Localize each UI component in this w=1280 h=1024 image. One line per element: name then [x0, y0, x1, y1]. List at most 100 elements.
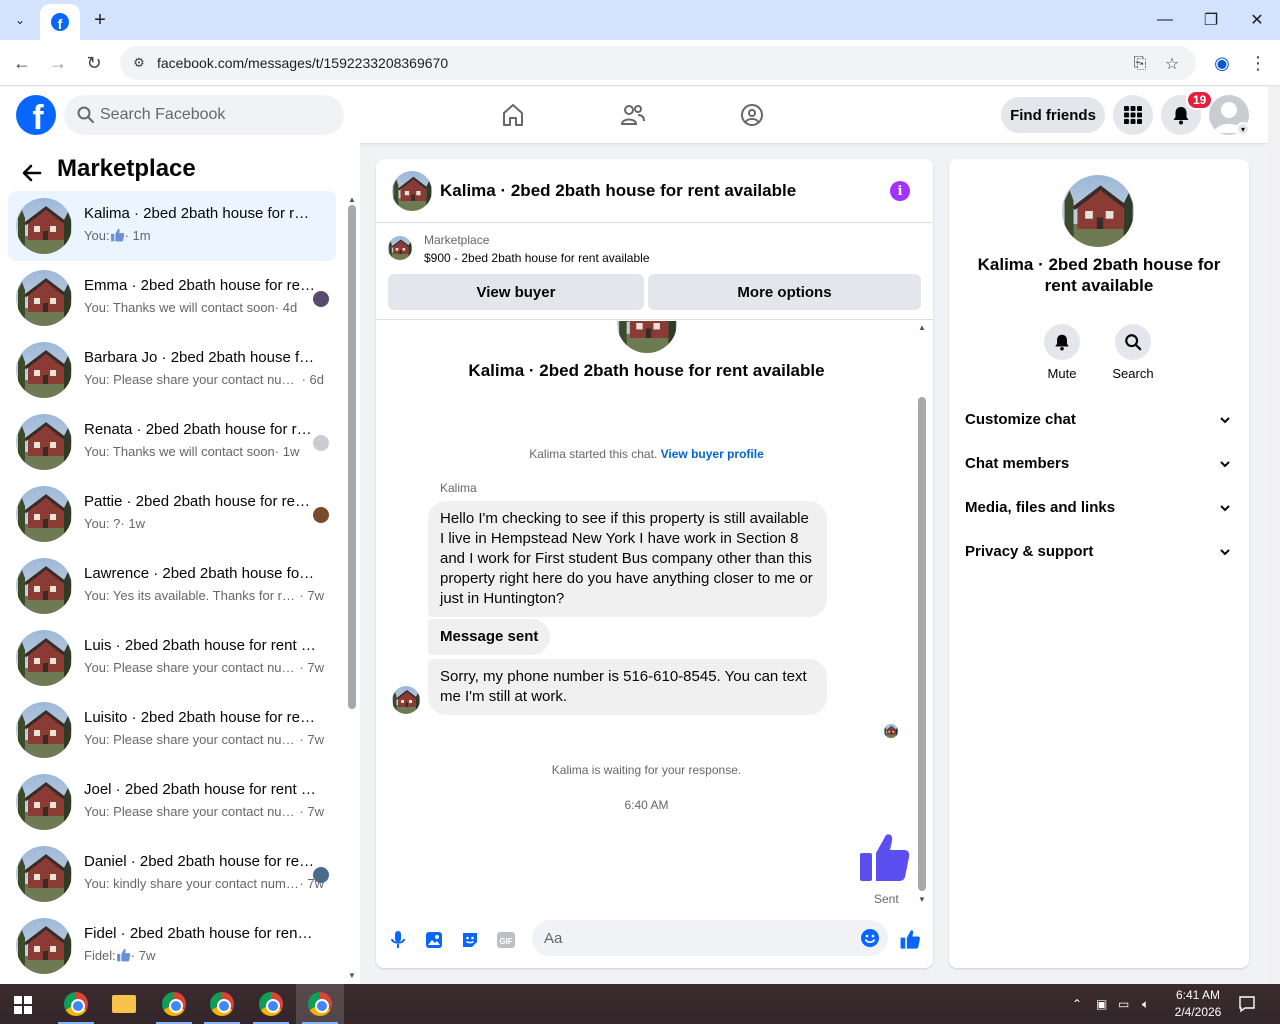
facebook-header: f Find friends 19 ▾	[0, 87, 1268, 143]
facebook-search-input[interactable]	[100, 95, 330, 135]
conversation-item[interactable]: Lawrence · 2bed 2bath house for rent ava…	[8, 551, 336, 621]
view-buyer-profile-link[interactable]: View buyer profile	[661, 447, 764, 461]
taskbar-chrome-3[interactable]	[198, 984, 246, 1024]
conversation-item[interactable]: Barbara Jo · 2bed 2bath house for rent a…	[8, 335, 336, 405]
facebook-search[interactable]	[64, 95, 344, 135]
facebook-logo-icon[interactable]: f	[16, 95, 56, 135]
find-friends-button[interactable]: Find friends	[1001, 97, 1105, 133]
taskbar-chrome-4[interactable]	[247, 984, 295, 1024]
conversation-avatar	[16, 630, 72, 686]
conversation-item[interactable]: Pattie · 2bed 2bath house for rent avail…	[8, 479, 336, 549]
conversation-item[interactable]: Renata · 2bed 2bath house for rent avail…	[8, 407, 336, 477]
browser-tab-facebook[interactable]: f	[40, 4, 80, 40]
restore-button[interactable]: ❐	[1196, 8, 1226, 32]
search-action[interactable]: Search	[1103, 324, 1163, 381]
emoji-icon[interactable]	[860, 928, 880, 948]
page-scrollbar[interactable]	[1268, 87, 1280, 984]
taskbar-clock[interactable]: 6:41 AM 2/4/2026	[1166, 987, 1230, 1021]
menu-grid-button[interactable]	[1113, 95, 1153, 135]
sent-status: Sent	[874, 892, 899, 906]
conversation-item[interactable]: Luis · 2bed 2bath house for rent availab…	[8, 623, 336, 693]
reload-button[interactable]: ↻	[82, 51, 106, 75]
conversation-item[interactable]: Luisito · 2bed 2bath house for rent avai…	[8, 695, 336, 765]
profile-icon[interactable]: ◉	[1210, 51, 1234, 75]
chat-header-avatar[interactable]	[392, 171, 432, 211]
taskbar-chrome-1[interactable]	[52, 984, 100, 1024]
conversation-item[interactable]: Daniel · 2bed 2bath house for rent avail…	[8, 839, 336, 909]
sidebar-scroll-thumb[interactable]	[348, 205, 356, 709]
privacy-support-section[interactable]: Privacy & support	[949, 530, 1249, 574]
tab-search-button[interactable]: ⌄	[8, 8, 32, 32]
mute-action[interactable]: Mute	[1032, 324, 1092, 381]
back-button[interactable]: ←	[10, 51, 34, 75]
tray-network-icon[interactable]: ▭	[1118, 984, 1129, 1024]
info-avatar[interactable]	[1062, 175, 1134, 247]
conversation-item[interactable]: Kalima · 2bed 2bath house for rent avail…	[8, 191, 336, 261]
thread-scroll-thumb[interactable]	[918, 397, 926, 891]
microphone-icon[interactable]	[386, 928, 410, 952]
tray-overflow-icon[interactable]: ⌃	[1072, 984, 1082, 1024]
waiting-notice: Kalima is waiting for your response.	[551, 763, 742, 777]
conversation-item[interactable]: Emma · 2bed 2bath house for rent availab…	[8, 263, 336, 333]
message-text-field[interactable]	[544, 920, 844, 956]
tray-meet-icon[interactable]: ▣	[1096, 984, 1107, 1024]
conversation-preview: You: Please share your contact number · …	[84, 732, 324, 747]
browser-menu-icon[interactable]: ⋮	[1246, 51, 1270, 75]
like-send-icon[interactable]	[898, 928, 922, 952]
minimize-button[interactable]: —	[1150, 8, 1180, 32]
message-bubble[interactable]: Sorry, my phone number is 516-610-8545. …	[428, 659, 827, 715]
conversation-avatar	[16, 198, 72, 254]
info-icon[interactable]: i	[890, 181, 910, 201]
view-buyer-button[interactable]: View buyer	[388, 274, 644, 310]
marketplace-label: Marketplace	[424, 233, 490, 247]
friends-icon[interactable]	[617, 99, 649, 131]
thread-scrollbar[interactable]: ▲ ▼	[916, 321, 928, 905]
conversation-name: Joel · 2bed 2bath house for rent availab…	[84, 781, 316, 798]
more-options-button[interactable]: More options	[648, 274, 921, 310]
conversation-preview: You: · 1m	[84, 228, 151, 243]
sender-avatar[interactable]	[392, 686, 420, 714]
listing-price-title[interactable]: $900 - 2bed 2bath house for rent availab…	[424, 251, 650, 265]
customize-chat-section[interactable]: Customize chat	[949, 398, 1249, 442]
gif-icon[interactable]: GIF	[494, 928, 518, 952]
account-chevron-icon[interactable]: ▾	[1236, 122, 1250, 136]
conversation-item[interactable]: Joel · 2bed 2bath house for rent availab…	[8, 767, 336, 837]
listing-thumbnail	[388, 236, 412, 260]
chevron-down-icon	[1220, 505, 1230, 512]
new-tab-button[interactable]: +	[88, 8, 112, 32]
address-bar[interactable]: ⚙ facebook.com/messages/t/15922332083696…	[120, 46, 1196, 80]
taskbar-chrome-5[interactable]	[296, 984, 344, 1024]
message-input[interactable]	[532, 920, 888, 956]
taskbar-file-explorer[interactable]	[100, 984, 148, 1024]
sidebar-scrollbar[interactable]: ▲ ▼	[346, 195, 358, 981]
chat-members-section[interactable]: Chat members	[949, 442, 1249, 486]
tray-volume-icon[interactable]: 🔈︎	[1142, 984, 1149, 1024]
taskbar-chrome-2[interactable]	[150, 984, 198, 1024]
site-settings-icon[interactable]: ⚙	[130, 54, 148, 72]
message-bubble[interactable]: Hello I'm checking to see if this proper…	[428, 501, 827, 617]
chat-header-title[interactable]: Kalima · 2bed 2bath house for rent avail…	[440, 181, 796, 201]
bookmark-star-icon[interactable]: ☆	[1162, 54, 1182, 74]
action-center-icon[interactable]	[1238, 984, 1256, 1024]
groups-icon[interactable]	[736, 99, 768, 131]
home-icon[interactable]	[497, 99, 529, 131]
marketplace-listing-card: Marketplace $900 - 2bed 2bath house for …	[376, 224, 933, 320]
forward-button[interactable]: →	[46, 51, 70, 75]
browser-tab-bar: ⌄ f + — ❐ ✕	[0, 0, 1280, 40]
conversation-item[interactable]: Fidel · 2bed 2bath house for rent availa…	[8, 911, 336, 981]
close-window-button[interactable]: ✕	[1242, 8, 1272, 32]
conversation-avatar	[16, 918, 72, 974]
back-arrow-icon[interactable]	[20, 161, 44, 185]
sent-like-icon[interactable]	[858, 831, 910, 887]
media-files-links-section[interactable]: Media, files and links	[949, 486, 1249, 530]
photo-icon[interactable]	[422, 928, 446, 952]
url-text[interactable]: facebook.com/messages/t/1592233208369670	[157, 55, 448, 71]
chevron-down-icon	[1220, 461, 1230, 468]
conversation-avatar	[16, 486, 72, 542]
search-icon	[1125, 334, 1142, 351]
install-app-icon[interactable]: ⎘	[1130, 54, 1150, 74]
message-bubble[interactable]: Message sent	[428, 619, 551, 655]
sticker-icon[interactable]	[458, 928, 482, 952]
conversation-name: Lawrence · 2bed 2bath house for rent ava…	[84, 565, 316, 582]
windows-start-icon[interactable]	[14, 996, 32, 1014]
